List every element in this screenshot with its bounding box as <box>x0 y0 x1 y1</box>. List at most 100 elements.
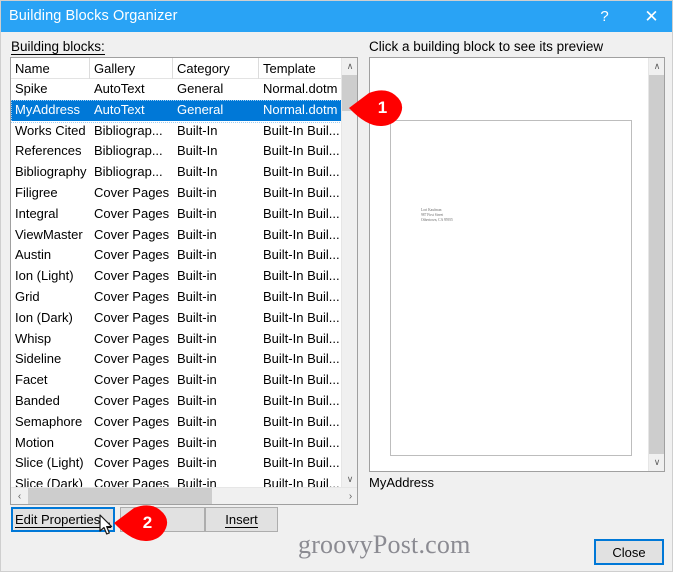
table-cell: Cover Pages <box>94 330 170 346</box>
table-cell: Grid <box>15 288 40 304</box>
scroll-down-icon[interactable]: ∨ <box>342 471 357 488</box>
table-cell: General <box>177 101 224 117</box>
table-cell: Built-In Buil... <box>263 205 340 221</box>
table-row[interactable]: Semaphore Cover Pages Built-in Built-In Bui… <box>11 412 342 433</box>
table-cell: Built-in <box>177 330 217 346</box>
table-cell: Spike <box>15 81 48 96</box>
preview-caption: MyAddress <box>369 475 435 490</box>
column-header-name[interactable]: Name <box>11 58 90 79</box>
table-cell: Built-In Buil... <box>263 268 340 284</box>
table-cell: Banded <box>15 392 60 408</box>
list-vertical-scrollbar[interactable]: ∧ ∨ <box>341 58 357 488</box>
list-horizontal-scroll-thumb[interactable] <box>28 488 212 504</box>
table-row[interactable]: Slice (Light) Cover Pages Built-in Built-In… <box>11 453 342 474</box>
table-cell: Built-In Buil... <box>263 455 340 471</box>
table-row[interactable]: Grid Cover Pages Built-in Built-In Buil... <box>11 287 342 308</box>
preview-vertical-scrollbar[interactable]: ∧ ∨ <box>648 58 664 471</box>
table-cell: Built-In Buil... <box>263 122 340 138</box>
table-row[interactable]: Integral Cover Pages Built-in Built-In Buil… <box>11 204 342 225</box>
table-cell: Cover Pages <box>94 247 170 263</box>
table-cell: Bibliograp... <box>94 143 163 159</box>
table-cell: References <box>15 143 82 159</box>
table-row[interactable]: Motion Cover Pages Built-in Built-In Buil..… <box>11 433 342 454</box>
table-cell: Built-In Buil... <box>263 434 340 450</box>
table-row[interactable]: Bibliography Bibliograp... Built-In Built-I… <box>11 162 342 183</box>
table-cell: ViewMaster <box>15 226 83 242</box>
window-title: Building Blocks Organizer <box>9 8 178 24</box>
title-bar: Building Blocks Organizer ? ✕ <box>1 1 672 32</box>
table-cell: Ion (Light) <box>15 268 74 284</box>
list-vertical-scroll-thumb[interactable] <box>342 75 357 111</box>
table-cell: Built-In <box>177 164 218 180</box>
table-cell: Works Cited <box>15 122 86 138</box>
table-cell: Cover Pages <box>94 309 170 325</box>
table-cell: Ion (Dark) <box>15 309 73 325</box>
edit-properties-button[interactable]: Edit Properties... <box>11 507 115 532</box>
table-cell: Bibliograp... <box>94 164 163 180</box>
table-cell: Built-in <box>177 309 217 325</box>
table-cell: Built-in <box>177 392 217 408</box>
scroll-up-icon[interactable]: ∧ <box>342 58 357 75</box>
table-cell: Built-In Buil... <box>263 372 340 388</box>
preview-scroll-up-icon[interactable]: ∧ <box>649 58 664 75</box>
table-cell: Semaphore <box>15 413 83 429</box>
table-cell: Austin <box>15 247 52 263</box>
table-cell: Whisp <box>15 330 52 346</box>
scroll-left-icon[interactable]: ‹ <box>11 488 28 504</box>
column-header-category[interactable]: Category <box>173 58 259 79</box>
table-cell: Built-In Buil... <box>263 392 340 408</box>
table-cell: Built-in <box>177 205 217 221</box>
table-row[interactable]: Facet Cover Pages Built-in Built-In Buil... <box>11 370 342 391</box>
table-cell: AutoText <box>94 81 145 96</box>
table-row[interactable]: Banded Cover Pages Built-in Built-In Buil..… <box>11 391 342 412</box>
scroll-right-icon[interactable]: › <box>342 488 357 504</box>
table-cell: Built-In Buil... <box>263 164 340 180</box>
table-row[interactable]: Spike AutoText General Normal.dotm <box>11 79 342 100</box>
table-cell: Built-In Buil... <box>263 184 340 200</box>
table-cell: Cover Pages <box>94 226 170 242</box>
table-cell: Bibliography <box>15 164 87 180</box>
table-row[interactable]: ViewMaster Cover Pages Built-in Built-In Bu… <box>11 225 342 246</box>
table-cell: Cover Pages <box>94 434 170 450</box>
list-header-row: Name Gallery Category Template <box>11 58 342 79</box>
table-cell: Built-in <box>177 372 217 388</box>
table-cell: Cover Pages <box>94 184 170 200</box>
insert-button-label: Insert <box>225 511 258 528</box>
close-button[interactable]: Close <box>594 539 664 565</box>
table-cell: Built-In Buil... <box>263 226 340 242</box>
table-cell: Built-in <box>177 247 217 263</box>
table-cell: Built-In <box>177 122 218 138</box>
table-row[interactable]: Whisp Cover Pages Built-in Built-In Buil... <box>11 329 342 350</box>
watermark: groovyPost.com <box>298 530 471 559</box>
table-cell: Cover Pages <box>94 413 170 429</box>
delete-button[interactable]: Delete <box>120 507 205 532</box>
list-horizontal-scrollbar[interactable]: ‹ › <box>11 487 357 504</box>
help-icon[interactable]: ? <box>582 1 627 32</box>
table-row[interactable]: MyAddress AutoText General Normal.dotm <box>11 99 342 123</box>
table-cell: Bibliograp... <box>94 122 163 138</box>
close-icon[interactable]: ✕ <box>629 1 672 32</box>
table-cell: General <box>177 81 224 96</box>
table-cell: Built-In Buil... <box>263 143 340 159</box>
preview-scroll-down-icon[interactable]: ∨ <box>649 454 664 471</box>
preview-vertical-scroll-thumb[interactable] <box>649 75 664 454</box>
table-row[interactable]: References Bibliograp... Built-In Built-In … <box>11 141 342 162</box>
table-cell: Built-in <box>177 184 217 200</box>
column-header-gallery[interactable]: Gallery <box>90 58 173 79</box>
table-cell: Built-in <box>177 434 217 450</box>
table-cell: Sideline <box>15 351 62 367</box>
table-cell: Built-In Buil... <box>263 247 340 263</box>
insert-button[interactable]: Insert <box>205 507 278 532</box>
table-cell: Built-in <box>177 351 217 367</box>
table-row[interactable]: Sideline Cover Pages Built-in Built-In Buil… <box>11 349 342 370</box>
table-row[interactable]: Austin Cover Pages Built-in Built-In Buil..… <box>11 245 342 266</box>
table-row[interactable]: Filigree Cover Pages Built-in Built-In Buil… <box>11 183 342 204</box>
table-row[interactable]: Works Cited Bibliograp... Built-In Built-In… <box>11 121 342 142</box>
table-row[interactable]: Ion (Dark) Cover Pages Built-in Built-In Bu… <box>11 308 342 329</box>
table-row[interactable]: Ion (Light) Cover Pages Built-in Built-In B… <box>11 266 342 287</box>
table-cell: AutoText <box>94 101 145 117</box>
table-cell: Cover Pages <box>94 372 170 388</box>
table-cell: Cover Pages <box>94 288 170 304</box>
column-header-template[interactable]: Template <box>259 58 342 79</box>
building-blocks-list[interactable]: Name Gallery Category Template Spike AutoTex… <box>10 57 358 505</box>
